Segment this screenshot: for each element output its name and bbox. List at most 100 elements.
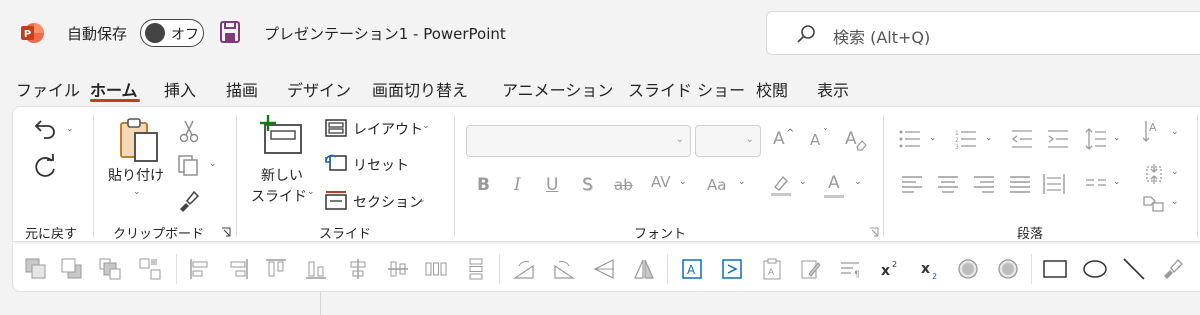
font-color-dropdown-icon[interactable]: ⌄ xyxy=(854,177,862,187)
align-right-icon[interactable] xyxy=(973,175,995,193)
send-backward-icon[interactable] xyxy=(61,258,83,280)
reset-label[interactable]: リセット xyxy=(353,155,409,175)
thumbnail-pane-divider[interactable] xyxy=(320,292,321,315)
spacing-dropdown-icon[interactable]: ⌄ xyxy=(679,177,687,187)
underline-button[interactable]: U xyxy=(546,175,558,195)
layout-icon[interactable] xyxy=(325,119,347,137)
powerpoint-logo-icon[interactable]: P xyxy=(20,21,44,45)
clipboard-launcher-icon[interactable] xyxy=(221,227,231,237)
new-slide-label-2[interactable]: スライド xyxy=(251,186,307,206)
smartart-dropdown-icon[interactable]: ⌄ xyxy=(1171,197,1179,207)
undo-icon[interactable] xyxy=(33,117,59,139)
tab-design[interactable]: デザイン xyxy=(287,77,351,101)
tab-review[interactable]: 校閲 xyxy=(756,77,788,101)
grow-font-button[interactable]: A xyxy=(773,129,785,149)
rotate-left-icon[interactable] xyxy=(553,258,575,280)
align-bottom-objects-icon[interactable] xyxy=(305,258,327,280)
increase-indent-icon[interactable] xyxy=(1047,129,1069,149)
align-middle-objects-icon[interactable] xyxy=(347,258,369,280)
bold-button[interactable]: B xyxy=(477,175,490,195)
clipboard-text-icon[interactable]: A xyxy=(761,258,783,280)
new-slide-dropdown-icon[interactable]: ⌄ xyxy=(307,187,315,197)
reset-icon[interactable] xyxy=(325,153,347,173)
oval-shape-icon[interactable] xyxy=(1083,258,1107,280)
align-center-objects-icon[interactable] xyxy=(387,258,409,280)
quick-styles-icon[interactable] xyxy=(1161,258,1183,280)
distributed-icon[interactable] xyxy=(1043,173,1065,195)
edit-text-icon[interactable] xyxy=(799,258,821,280)
paste-label[interactable]: 貼り付け xyxy=(108,165,164,185)
bring-forward-icon[interactable] xyxy=(25,258,47,280)
tab-slideshow[interactable]: スライド ショー xyxy=(628,77,745,101)
cut-icon[interactable] xyxy=(178,119,200,143)
undo-dropdown-icon[interactable]: ⌄ xyxy=(66,124,74,134)
shape-outline-circle-icon[interactable] xyxy=(997,258,1019,280)
section-label[interactable]: セクション xyxy=(353,192,423,212)
smartart-icon[interactable] xyxy=(1143,193,1165,213)
shape-fill-circle-icon[interactable] xyxy=(957,258,979,280)
rectangle-shape-icon[interactable] xyxy=(1043,258,1067,280)
tab-insert[interactable]: 挿入 xyxy=(164,77,196,101)
distribute-vertical-icon[interactable] xyxy=(465,258,487,280)
save-icon[interactable] xyxy=(219,20,241,44)
justify-icon[interactable] xyxy=(1009,175,1031,193)
line-spacing-dropdown-icon[interactable]: ⌄ xyxy=(1113,133,1121,143)
tab-home[interactable]: ホーム xyxy=(90,77,138,101)
layout-label[interactable]: レイアウト xyxy=(353,119,423,139)
section-dropdown-icon[interactable]: ⌄ xyxy=(418,195,426,205)
tab-draw[interactable]: 描画 xyxy=(226,77,258,101)
numbering-icon[interactable]: 123 xyxy=(955,129,977,149)
new-slide-label-1[interactable]: 新しい xyxy=(261,165,303,185)
text-shadow-button[interactable]: S xyxy=(582,175,593,195)
text-box-icon[interactable]: A xyxy=(681,258,703,280)
vertical-text-box-icon[interactable] xyxy=(721,258,743,280)
flip-vertical-icon[interactable] xyxy=(593,258,615,280)
copy-icon[interactable] xyxy=(176,153,200,177)
align-center-icon[interactable] xyxy=(937,175,959,193)
tab-animations[interactable]: アニメーション xyxy=(502,77,613,101)
font-size-combobox[interactable]: ⌄ xyxy=(695,125,761,157)
numbering-dropdown-icon[interactable]: ⌄ xyxy=(985,133,993,143)
format-painter-icon[interactable] xyxy=(176,189,200,213)
text-direction-icon[interactable]: A xyxy=(1143,119,1165,145)
superscript-icon[interactable]: x2 xyxy=(879,258,901,280)
strikethrough-button[interactable]: ab xyxy=(614,176,633,194)
autosave-toggle[interactable]: オフ xyxy=(140,19,204,47)
section-icon[interactable] xyxy=(325,191,347,211)
align-left-objects-icon[interactable] xyxy=(189,258,211,280)
highlight-icon[interactable] xyxy=(769,173,793,197)
paste-icon[interactable] xyxy=(117,117,161,163)
paragraph-mark-icon[interactable]: ¶ xyxy=(839,258,861,280)
columns-icon[interactable] xyxy=(1085,177,1107,191)
change-case-button[interactable]: Aa xyxy=(707,176,726,194)
group-objects-icon[interactable] xyxy=(139,258,161,280)
font-name-combobox[interactable]: ⌄ xyxy=(466,125,691,157)
text-direction-dropdown-icon[interactable]: ⌄ xyxy=(1171,127,1179,137)
flip-horizontal-icon[interactable] xyxy=(633,258,655,280)
tab-file[interactable]: ファイル xyxy=(16,77,80,101)
line-spacing-icon[interactable] xyxy=(1085,127,1107,151)
rotate-right-icon[interactable] xyxy=(513,258,535,280)
tab-transitions[interactable]: 画面切り替え xyxy=(372,77,468,101)
layout-dropdown-icon[interactable]: ⌄ xyxy=(422,121,430,131)
copy-dropdown-icon[interactable]: ⌄ xyxy=(209,159,217,169)
highlight-dropdown-icon[interactable]: ⌄ xyxy=(799,177,807,187)
align-right-objects-icon[interactable] xyxy=(227,258,249,280)
shrink-font-button[interactable]: A xyxy=(810,131,820,149)
align-text-icon[interactable] xyxy=(1143,163,1165,185)
italic-button[interactable]: I xyxy=(514,175,521,195)
align-text-dropdown-icon[interactable]: ⌄ xyxy=(1171,167,1179,177)
columns-dropdown-icon[interactable]: ⌄ xyxy=(1113,177,1121,187)
bullets-icon[interactable] xyxy=(899,129,921,149)
font-color-button[interactable]: A xyxy=(828,173,840,193)
search-box[interactable]: 検索 (Alt+Q) xyxy=(766,11,1200,55)
new-slide-icon[interactable] xyxy=(259,115,305,155)
case-dropdown-icon[interactable]: ⌄ xyxy=(738,177,746,187)
bring-to-front-icon[interactable] xyxy=(99,258,121,280)
align-left-icon[interactable] xyxy=(901,175,923,193)
redo-icon[interactable] xyxy=(33,153,59,179)
decrease-indent-icon[interactable] xyxy=(1011,129,1033,149)
bullets-dropdown-icon[interactable]: ⌄ xyxy=(929,133,937,143)
font-launcher-icon[interactable] xyxy=(869,227,879,237)
line-shape-icon[interactable] xyxy=(1123,258,1145,280)
